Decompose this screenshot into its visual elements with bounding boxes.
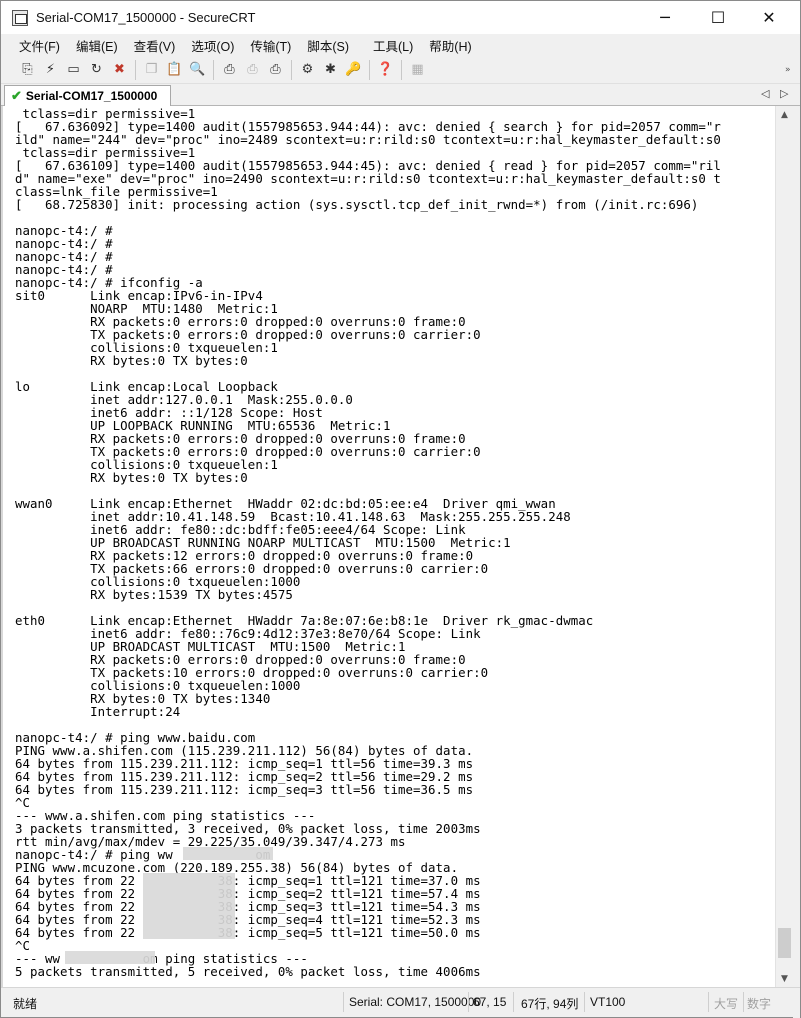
maximize-icon: ☐ bbox=[710, 8, 726, 27]
tab-session[interactable]: ✔ Serial-COM17_1500000 bbox=[4, 85, 171, 106]
window-title: Serial-COM17_1500000 - SecureCRT bbox=[36, 10, 256, 25]
status-emulation: VT100 bbox=[590, 995, 626, 1009]
menu-tools[interactable]: 工具(L) bbox=[373, 36, 413, 55]
keymap-icon[interactable]: 🔑 bbox=[344, 60, 363, 79]
toolbar-separator bbox=[401, 59, 402, 80]
map-icon[interactable]: ▦ bbox=[408, 60, 427, 79]
session-options-icon[interactable]: ⚙ bbox=[298, 60, 317, 79]
print-icon[interactable]: ⎙ bbox=[220, 60, 239, 79]
print-selection-icon[interactable]: ⎙ bbox=[243, 60, 262, 79]
menu-view[interactable]: 查看(V) bbox=[134, 36, 176, 55]
terminal-line: nanopc-t4:/ # bbox=[15, 249, 113, 264]
terminal-line: nanopc-t4:/ # bbox=[15, 223, 113, 238]
find-icon[interactable]: 🔍 bbox=[188, 60, 207, 79]
menu-file[interactable]: 文件(F) bbox=[19, 36, 60, 55]
status-rowcol: 67行, 94列 bbox=[521, 997, 579, 1011]
redaction-blur bbox=[183, 847, 273, 860]
terminal-line: nanopc-t4:/ # bbox=[15, 236, 113, 251]
minimize-button[interactable]: ─ bbox=[642, 1, 688, 34]
redaction-blur bbox=[65, 951, 155, 964]
terminal-output: tclass=dir permissive=1[ 67.636092] type… bbox=[15, 107, 721, 978]
status-divider bbox=[513, 992, 514, 1012]
reconnect-icon[interactable]: ↻ bbox=[87, 60, 106, 79]
app-icon bbox=[12, 9, 28, 26]
help-icon[interactable]: ❓ bbox=[376, 60, 395, 79]
status-num: 数字 bbox=[747, 997, 772, 1011]
print-setup-icon[interactable]: ⎙ bbox=[266, 60, 285, 79]
toolbar: ⎘ ⚡ ▭ ↻ ✖ ❐ 📋 🔍 ⎙ ⎙ ⎙ ⚙ ✱ 🔑 ❓ ▦ bbox=[1, 56, 800, 84]
toolbar-overflow-icon[interactable]: » bbox=[785, 65, 791, 75]
terminal-line: RX bytes:0 TX bytes:0 bbox=[15, 353, 248, 368]
toolbar-separator bbox=[369, 59, 370, 80]
toolbar-separator bbox=[135, 59, 136, 80]
disconnect-icon[interactable]: ✖ bbox=[110, 60, 129, 79]
menu-options[interactable]: 选项(O) bbox=[191, 36, 234, 55]
status-divider bbox=[708, 992, 709, 1012]
right-edge bbox=[793, 106, 800, 1018]
status-divider bbox=[743, 992, 744, 1012]
menu-help[interactable]: 帮助(H) bbox=[429, 36, 471, 55]
maximize-button[interactable]: ☐ bbox=[695, 1, 741, 34]
toolbar-separator bbox=[213, 59, 214, 80]
terminal-area[interactable]: tclass=dir permissive=1[ 67.636092] type… bbox=[1, 106, 775, 987]
toolbar-separator bbox=[291, 59, 292, 80]
status-ready: 就绪 bbox=[13, 997, 38, 1011]
close-icon: ✕ bbox=[762, 8, 776, 27]
menu-script[interactable]: 脚本(S) bbox=[307, 36, 349, 55]
status-cursor-pos: 67, 15 bbox=[473, 995, 507, 1009]
status-serial: Serial: COM17, 1500000 bbox=[349, 995, 482, 1009]
menu-transfer[interactable]: 传输(T) bbox=[250, 36, 291, 55]
status-divider bbox=[468, 992, 469, 1012]
vertical-scrollbar[interactable]: ▲ ▼ bbox=[775, 106, 793, 987]
tab-label: Serial-COM17_1500000 bbox=[25, 89, 158, 103]
redaction-blur bbox=[143, 873, 235, 939]
terminal-line: [ 68.725830] init: processing action (sy… bbox=[15, 197, 699, 212]
scroll-down-icon[interactable]: ▼ bbox=[776, 970, 793, 987]
terminal-line: RX bytes:0 TX bytes:0 bbox=[15, 470, 248, 485]
connected-check-icon: ✔ bbox=[11, 88, 22, 103]
close-button[interactable]: ✕ bbox=[746, 1, 792, 34]
status-divider bbox=[584, 992, 585, 1012]
terminal-line: 5 packets transmitted, 5 received, 0% pa… bbox=[15, 964, 481, 979]
scroll-thumb[interactable] bbox=[778, 928, 791, 958]
scroll-up-icon[interactable]: ▲ bbox=[776, 106, 793, 123]
quick-connect-icon[interactable]: ⚡ bbox=[41, 60, 60, 79]
status-caps: 大写 bbox=[714, 997, 739, 1011]
menu-edit[interactable]: 编辑(E) bbox=[76, 36, 118, 55]
tab-prev-icon[interactable]: ◁ bbox=[761, 87, 769, 100]
securecrt-window: Serial-COM17_1500000 - SecureCRT ─ ☐ ✕ 文… bbox=[0, 0, 801, 1018]
tab-bar: ✔ Serial-COM17_1500000 ◁ ▷ bbox=[1, 84, 800, 106]
terminal-line: Interrupt:24 bbox=[15, 704, 181, 719]
copy-icon[interactable]: ❐ bbox=[142, 60, 161, 79]
tab-next-icon[interactable]: ▷ bbox=[780, 87, 788, 100]
title-bar[interactable]: Serial-COM17_1500000 - SecureCRT ─ ☐ ✕ bbox=[1, 1, 800, 34]
terminal-line: 64 bytes from 115.239.211.112: icmp_seq=… bbox=[15, 782, 474, 797]
minimize-icon: ─ bbox=[660, 8, 670, 27]
status-divider bbox=[343, 992, 344, 1012]
menu-bar: 文件(F) 编辑(E) 查看(V) 选项(O) 传输(T) 脚本(S) 工具(L… bbox=[1, 34, 800, 56]
terminal-line: 64 bytes from 22 38: icmp_seq=5 ttl=121 … bbox=[15, 925, 481, 940]
status-bar: 就绪 Serial: COM17, 1500000 67, 15 67行, 94… bbox=[1, 987, 800, 1017]
connect-icon[interactable]: ⎘ bbox=[18, 60, 37, 79]
connect-in-tab-icon[interactable]: ▭ bbox=[64, 60, 83, 79]
terminal-line: RX bytes:1539 TX bytes:4575 bbox=[15, 587, 293, 602]
paste-icon[interactable]: 📋 bbox=[165, 60, 184, 79]
global-options-icon[interactable]: ✱ bbox=[321, 60, 340, 79]
